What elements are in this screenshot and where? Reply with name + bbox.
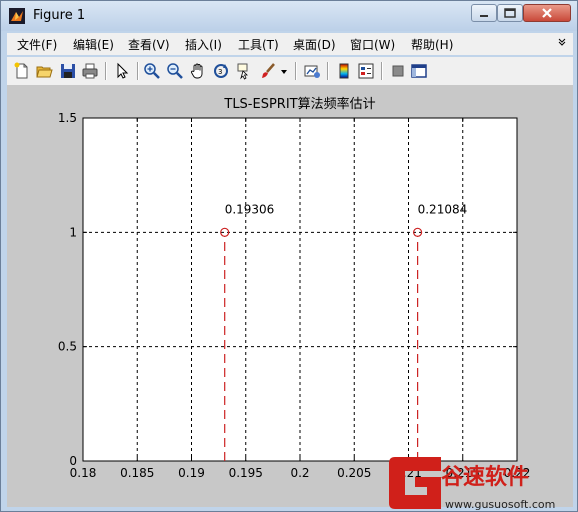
watermark-url: www.gusuosoft.com [445,498,555,511]
minimize-button[interactable] [471,4,497,22]
menu-edit[interactable]: 编辑(E) [73,36,114,53]
rotate-3d-icon[interactable]: 3 [212,62,230,80]
show-plot-tools-icon[interactable] [410,62,428,80]
toolbar-separator [327,62,329,80]
data-cursor-icon[interactable] [235,62,253,80]
menubar-overflow-icon[interactable] [557,36,567,46]
toolbar-separator [105,62,107,80]
toolbar-separator [137,62,139,80]
save-icon[interactable] [59,62,77,80]
plot-area[interactable]: 0.18 0.185 0.19 0.195 0.2 0.205 0.21 0.215 0.220… [7,86,573,507]
brush-dropdown-icon[interactable] [279,62,289,80]
watermark-g-icon [389,457,441,509]
hide-plot-tools-icon[interactable] [389,62,407,80]
pan-hand-icon[interactable] [189,62,207,80]
x-tick-label: 0.205 [337,466,371,480]
x-tick-label: 0.19 [178,466,205,480]
toolbar-separator [381,62,383,80]
stem-data-label: 0.21084 [418,202,468,216]
window-title: Figure 1 [33,8,86,23]
stem-data-label: 0.19306 [225,202,275,216]
x-tick-label: 0.185 [120,466,154,480]
y-tick-label: 1.5 [58,111,77,125]
x-tick-label: 0.18 [70,466,97,480]
toolbar-separator [295,62,297,80]
close-icon [542,8,552,18]
link-plot-icon[interactable] [303,62,321,80]
menu-window[interactable]: 窗口(W) [350,36,395,53]
colorbar-icon[interactable] [335,62,353,80]
toolbar: 3 [7,57,573,86]
maximize-icon [504,8,516,18]
open-folder-icon[interactable] [35,62,53,80]
close-button[interactable] [523,4,571,22]
svg-text:3: 3 [218,68,222,76]
menu-bar: 文件(F) 编辑(E) 查看(V) 插入(I) 工具(T) 桌面(D) 窗口(W… [7,33,573,55]
menu-desktop[interactable]: 桌面(D) [293,36,336,53]
print-icon[interactable] [81,62,99,80]
minimize-icon [480,15,488,17]
watermark-logo: 谷速软件 www.gusuosoft.com [389,457,555,511]
x-tick-label: 0.195 [229,466,263,480]
brush-icon[interactable] [259,62,277,80]
y-tick-label: 0.5 [58,340,77,354]
menu-view[interactable]: 查看(V) [128,36,170,53]
pointer-icon[interactable] [113,62,131,80]
zoom-out-icon[interactable] [166,62,184,80]
x-tick-label: 0.2 [290,466,309,480]
menu-tools[interactable]: 工具(T) [238,36,279,53]
new-file-icon[interactable] [13,62,31,80]
y-tick-label: 0 [69,454,77,468]
matlab-logo-icon [9,8,25,24]
zoom-in-icon[interactable] [143,62,161,80]
y-tick-label: 1 [69,225,77,239]
title-bar: Figure 1 [1,1,577,31]
axes-box [82,117,518,462]
watermark-brand: 谷速软件 [441,464,529,490]
figure-canvas: 0.18 0.185 0.19 0.195 0.2 0.205 0.21 0.215 0.22 0… [7,86,573,507]
figure-window: Figure 1 文件(F) 编辑(E) 查看(V) 插入(I) 工具(T) 桌… [0,0,578,512]
chart-title: TLS-ESPRIT算法频率估计 [223,96,375,112]
maximize-button[interactable] [497,4,523,22]
menu-file[interactable]: 文件(F) [17,36,57,53]
menu-help[interactable]: 帮助(H) [411,36,453,53]
legend-icon[interactable] [357,62,375,80]
menu-insert[interactable]: 插入(I) [185,36,222,53]
